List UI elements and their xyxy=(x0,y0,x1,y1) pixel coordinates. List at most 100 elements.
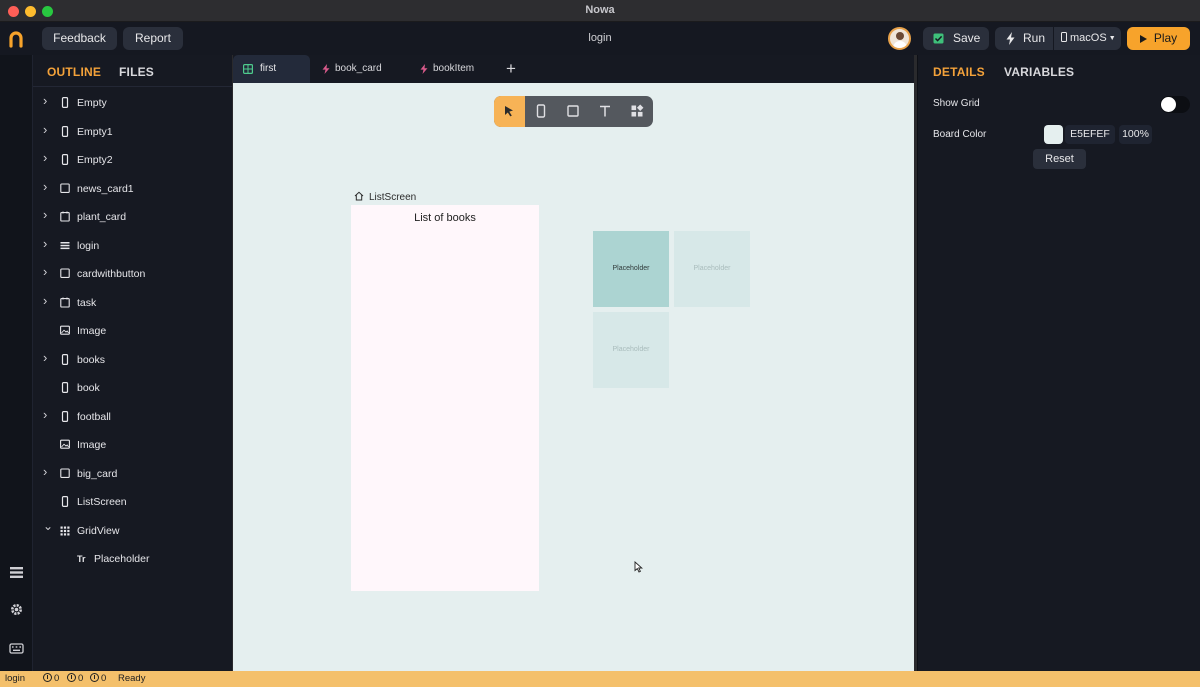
save-button[interactable]: Save xyxy=(923,27,989,50)
outline-item[interactable]: › login xyxy=(33,231,232,260)
tab-book-card[interactable]: book_card xyxy=(313,55,403,83)
outline-item[interactable]: Image xyxy=(33,316,232,345)
outline-item[interactable]: › Empty1 xyxy=(33,117,232,146)
outline-item-label: football xyxy=(77,410,111,423)
outline-item-label: Image xyxy=(77,325,107,337)
run-label: Run xyxy=(1023,31,1046,45)
chevron-right-icon[interactable]: › xyxy=(43,265,47,278)
tab-variables[interactable]: VARIABLES xyxy=(1004,65,1074,79)
grid-placeholder-3[interactable]: Placeholder xyxy=(593,312,669,388)
outline-item-label: book xyxy=(77,382,100,394)
status-infos[interactable]: 0 xyxy=(90,671,106,687)
outline-item-label: ListScreen xyxy=(77,496,127,508)
phone-icon xyxy=(536,104,546,118)
board-color-hex-input[interactable]: E5EFEF xyxy=(1065,125,1115,144)
grid-placeholder-2[interactable]: Placeholder xyxy=(674,231,750,307)
play-icon xyxy=(1140,35,1147,43)
text-tool-button[interactable] xyxy=(590,96,621,127)
keyboard-icon[interactable] xyxy=(9,641,24,656)
play-label: Play xyxy=(1153,31,1178,45)
container-tool-button[interactable] xyxy=(558,96,589,127)
status-warnings[interactable]: 0 xyxy=(67,671,83,687)
outline-item[interactable]: › big_card xyxy=(33,459,232,488)
phone-screen-frame[interactable]: List of books xyxy=(351,205,539,591)
outline-item[interactable]: › football xyxy=(33,402,232,431)
chevron-right-icon[interactable]: › xyxy=(43,408,47,421)
chevron-right-icon[interactable]: › xyxy=(43,351,47,364)
outline-item[interactable]: Tr Placeholder xyxy=(33,544,232,573)
grid-placeholder-1[interactable]: Placeholder xyxy=(593,231,669,307)
play-button[interactable]: Play xyxy=(1127,27,1190,50)
run-button[interactable]: Run macOS ▼ xyxy=(995,27,1121,50)
avatar-body xyxy=(893,41,907,48)
save-icon xyxy=(933,33,944,44)
status-text: Ready xyxy=(118,673,146,684)
status-screen-name[interactable]: login xyxy=(5,671,25,687)
platform-select[interactable]: macOS ▼ xyxy=(1061,27,1116,50)
report-button[interactable]: Report xyxy=(123,27,183,50)
outline-item-label: cardwithbutton xyxy=(77,268,146,280)
board-color-opacity-input[interactable]: 100% xyxy=(1119,125,1152,144)
outline-item[interactable]: ⌄ GridView xyxy=(33,516,232,545)
square-icon xyxy=(60,182,70,193)
gear-icon[interactable] xyxy=(9,602,24,617)
outline-item[interactable]: Image xyxy=(33,430,232,459)
chevron-right-icon[interactable]: › xyxy=(43,123,47,136)
avatar[interactable] xyxy=(888,27,911,50)
info-icon xyxy=(90,673,99,682)
pointer-icon xyxy=(505,106,513,117)
text-icon xyxy=(600,105,610,117)
nowa-logo-icon xyxy=(9,31,23,48)
square-icon xyxy=(60,268,70,278)
toggle-knob xyxy=(1161,97,1176,112)
phone-screen-title[interactable]: List of books xyxy=(351,212,539,224)
chevron-right-icon[interactable]: › xyxy=(43,180,47,193)
outline-item[interactable]: › cardwithbutton xyxy=(33,259,232,288)
status-errors[interactable]: 0 xyxy=(43,671,59,687)
show-grid-toggle[interactable] xyxy=(1160,96,1190,113)
board-color-swatch[interactable] xyxy=(1044,125,1063,144)
chevron-right-icon[interactable]: › xyxy=(43,237,47,250)
list-icon xyxy=(60,241,70,249)
outline-item[interactable]: › plant_card xyxy=(33,202,232,231)
card-icon xyxy=(60,297,70,308)
square-icon xyxy=(567,105,579,117)
outline-item[interactable]: › task xyxy=(33,288,232,317)
layers-icon[interactable] xyxy=(9,565,24,580)
tab-book-item[interactable]: bookItem xyxy=(411,55,501,83)
outline-item[interactable]: › books xyxy=(33,345,232,374)
chevron-right-icon[interactable]: › xyxy=(43,294,47,307)
chevron-right-icon[interactable]: › xyxy=(43,465,47,478)
outline-item[interactable]: book xyxy=(33,373,232,402)
feedback-button[interactable]: Feedback xyxy=(42,27,117,50)
outline-item[interactable]: ListScreen xyxy=(33,487,232,516)
outline-item[interactable]: › Empty xyxy=(33,88,232,117)
tab-first[interactable]: first xyxy=(233,55,310,83)
outline-item[interactable]: › Empty2 xyxy=(33,145,232,174)
pointer-tool-button[interactable] xyxy=(494,96,525,127)
screen-tool-button[interactable] xyxy=(526,96,557,127)
outline-item-label: Empty2 xyxy=(77,154,113,166)
outline-item-label: Image xyxy=(77,439,107,451)
tab-outline[interactable]: OUTLINE xyxy=(47,65,101,79)
run-divider xyxy=(1053,27,1054,50)
tab-files[interactable]: FILES xyxy=(119,65,154,79)
chevron-right-icon[interactable]: › xyxy=(43,208,47,221)
chevron-down-icon: ▼ xyxy=(1108,35,1116,42)
grid-icon xyxy=(243,64,253,74)
tab-details[interactable]: DETAILS xyxy=(933,65,985,79)
add-tab-button[interactable]: + xyxy=(506,55,522,83)
chevron-down-icon[interactable]: ⌄ xyxy=(43,520,53,532)
chevron-right-icon[interactable]: › xyxy=(43,151,47,164)
reset-button[interactable]: Reset xyxy=(1033,149,1086,169)
design-canvas[interactable]: ListScreen List of books Placeholder Pla… xyxy=(233,83,914,671)
window-titlebar: Nowa xyxy=(0,0,1200,22)
widgets-tool-button[interactable] xyxy=(622,96,653,127)
outline-item-label: plant_card xyxy=(77,211,127,223)
outline-item[interactable]: › news_card1 xyxy=(33,174,232,203)
chevron-right-icon[interactable]: › xyxy=(43,94,47,107)
bolt-icon xyxy=(420,64,428,74)
avatar-head xyxy=(896,32,904,40)
screen-frame-label[interactable]: ListScreen xyxy=(354,191,416,203)
phone-icon xyxy=(61,125,69,137)
